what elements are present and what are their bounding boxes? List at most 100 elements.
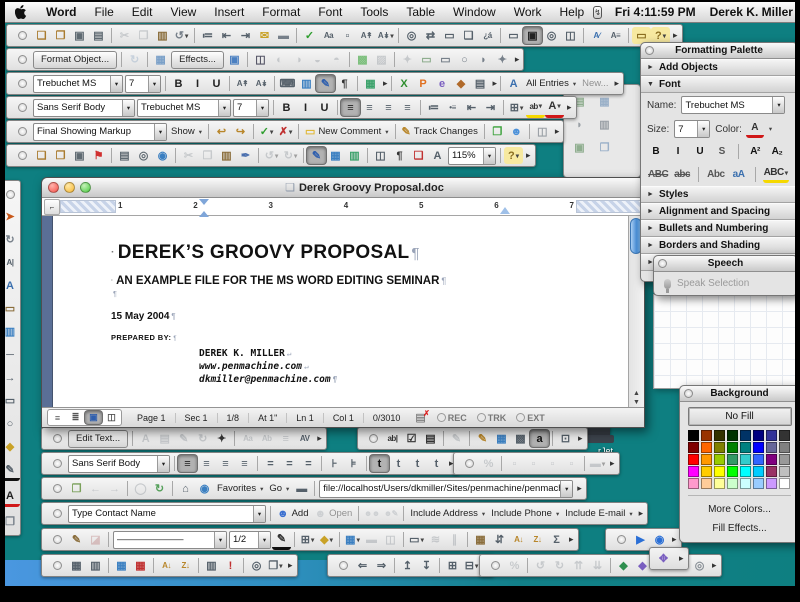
org-autoformat-icon[interactable]: % [479, 455, 498, 472]
text-direction-rotate-icon[interactable]: t [427, 455, 446, 472]
horizontal-ruler[interactable]: ⌐ 1234567 [42, 198, 644, 216]
palette-close-icon[interactable] [658, 259, 667, 268]
align-right-icon[interactable]: ≡ [379, 99, 398, 116]
toolbar-overflow-arrow-icon[interactable]: ▸ [515, 54, 520, 65]
color-swatch[interactable] [753, 478, 764, 489]
demote-icon[interactable]: ⇒ [372, 557, 391, 574]
toolbar-overflow-arrow-icon[interactable]: ▸ [288, 560, 293, 571]
color-swatch[interactable] [714, 466, 725, 477]
color-swatch[interactable] [779, 454, 790, 465]
reject-change-icon[interactable]: ✗▾ [276, 123, 295, 140]
battery-menu-icon[interactable]: ↯ [593, 6, 602, 19]
sort-ascending-db-icon[interactable]: A↓ [157, 557, 176, 574]
dropdown-form-field-icon[interactable]: ▤ [421, 430, 440, 447]
format-wordart-icon[interactable]: ✎ [174, 430, 193, 447]
color-swatch[interactable] [740, 454, 751, 465]
color-swatch[interactable] [753, 430, 764, 441]
spelling-icon[interactable]: ✓ [300, 27, 319, 44]
checkbox-form-field-icon[interactable]: ☑ [402, 430, 421, 447]
show-formatting-icon[interactable]: ¶ [335, 75, 354, 92]
toolbar-overflow-arrow-icon[interactable]: ▸ [712, 560, 717, 571]
rotate-object-icon[interactable]: ↻ [5, 231, 20, 248]
borders-icon[interactable]: ⊞▾ [507, 99, 526, 116]
highlight-icon[interactable]: ab▾ [526, 98, 545, 118]
palette-font-name-select[interactable]: Trebuchet MS▾ [681, 96, 785, 114]
previous-change-icon[interactable]: ↩ [212, 123, 231, 140]
international-icon[interactable]: ¿á [478, 27, 497, 44]
shadow-icon[interactable]: ❒ [5, 513, 20, 530]
rectangle-left-icon[interactable]: ▭ [5, 392, 20, 409]
menu-item-format[interactable]: Format [253, 5, 309, 19]
data-form-icon[interactable]: ▦ [67, 557, 86, 574]
palette-small-caps-icon[interactable]: Abc [706, 167, 725, 182]
status-field[interactable]: Ln 1 [286, 413, 323, 423]
delete-record-icon[interactable]: ▦ [131, 557, 150, 574]
palette-font-color-icon[interactable]: A [746, 120, 764, 138]
hyperlink-icon[interactable]: ⇄ [421, 27, 440, 44]
bullets-icon[interactable]: •≡ [443, 99, 462, 116]
menu-item-insert[interactable]: Insert [205, 5, 253, 19]
promote-icon[interactable]: ⇐ [353, 557, 372, 574]
color-swatch[interactable] [753, 466, 764, 477]
align-center-icon-2[interactable]: ≡ [197, 455, 216, 472]
page-layout-view-icon[interactable]: ▣ [523, 27, 542, 44]
speak-selection-button[interactable]: Speak Selection [654, 272, 795, 295]
page-layout-view-button[interactable]: ▣ [85, 411, 102, 424]
markup-view-select[interactable]: Final Showing Markup▾ [33, 123, 167, 141]
style-select[interactable]: Sans Serif Body▾ [33, 99, 135, 117]
insert-wordart-icon[interactable]: A [136, 430, 155, 447]
drawing-toolbar-icon[interactable]: ✎ [316, 75, 335, 92]
color-swatch[interactable] [740, 430, 751, 441]
insert-coworker-icon[interactable]: ▫ [524, 455, 543, 472]
align-right-icon-2[interactable]: ≡ [216, 455, 235, 472]
status-field[interactable]: Col 1 [323, 413, 363, 423]
color-swatch[interactable] [727, 430, 738, 441]
protect-form-lock-icon[interactable]: ⊡ [556, 430, 575, 447]
toolbox-icon[interactable]: ❑ [409, 147, 428, 164]
color-swatch[interactable] [701, 466, 712, 477]
menu-item-help[interactable]: Help [551, 5, 594, 19]
transparent-color-icon[interactable]: ▩ [353, 51, 372, 68]
color-swatch[interactable] [740, 478, 751, 489]
flag-for-followup-icon[interactable]: ⚑ [89, 147, 108, 164]
align-left-icon-2[interactable]: ≡ [178, 455, 197, 472]
toolbar-overflow-arrow-icon[interactable]: ▸ [383, 78, 388, 89]
insert-assistant-icon[interactable]: ▫ [543, 455, 562, 472]
user-menu[interactable]: Derek K. Miller [703, 5, 795, 19]
bold-icon[interactable]: B [169, 75, 188, 92]
move-up-icon[interactable]: ↥ [398, 557, 417, 574]
shrink-font-icon[interactable]: A↡▾ [376, 27, 395, 44]
insert-table-icon-2[interactable]: ▦▾ [343, 531, 362, 548]
picture-effects-icon[interactable]: ▦ [151, 51, 170, 68]
mail-merge-main-document-icon[interactable]: ❐▾ [266, 557, 285, 574]
section-bullets-numbering[interactable]: ►Bullets and Numbering [641, 220, 795, 237]
formatting-palette-title-bar[interactable]: Formatting Palette [641, 43, 795, 59]
web-page-icon[interactable]: ❒ [67, 480, 86, 497]
section-add-objects[interactable]: ►Add Objects [641, 59, 795, 76]
font-name-select-2[interactable]: Trebuchet MS▾ [137, 99, 231, 117]
line-icon[interactable]: ─ [5, 346, 20, 363]
palette-superscript-icon[interactable]: A² [746, 144, 764, 159]
tilt-left-icon[interactable]: ↺ [531, 557, 550, 574]
free-rotate-icon[interactable]: ↻ [125, 51, 144, 68]
toolbar-overflow-arrow-icon[interactable]: ▸ [615, 78, 620, 89]
stop-icon[interactable]: ◯ [131, 480, 150, 497]
online-layout-view-button[interactable]: ◫ [103, 411, 120, 424]
change-text-direction-icon[interactable]: ⇵ [490, 531, 509, 548]
color-swatch[interactable] [766, 466, 777, 477]
no-fill-button[interactable]: No Fill [688, 407, 792, 426]
document-page[interactable]: ·DEREK’S GROOVY PROPOSAL¶·AN EXAMPLE FIL… [53, 216, 628, 407]
justify-icon[interactable]: ≡ [398, 99, 417, 116]
status-field[interactable]: Sec 1 [175, 413, 217, 423]
copy-icon[interactable]: ❐ [134, 27, 153, 44]
grow-font-icon[interactable]: A↟ [357, 27, 376, 44]
less-contrast-icon[interactable]: ◑ [289, 51, 308, 68]
effects-button[interactable]: Effects... [171, 51, 224, 69]
wordart-shape-icon[interactable]: ↻ [193, 430, 212, 447]
sort-ascending-icon[interactable]: A↓ [509, 531, 528, 548]
paste-icon-2[interactable]: ▥ [217, 147, 236, 164]
normal-view-button[interactable]: ≡ [49, 411, 66, 424]
web-page-preview-icon[interactable]: ◉ [153, 147, 172, 164]
3d-percent-icon[interactable]: % [505, 557, 524, 574]
status-toggle-ext[interactable]: EXT [511, 413, 550, 423]
